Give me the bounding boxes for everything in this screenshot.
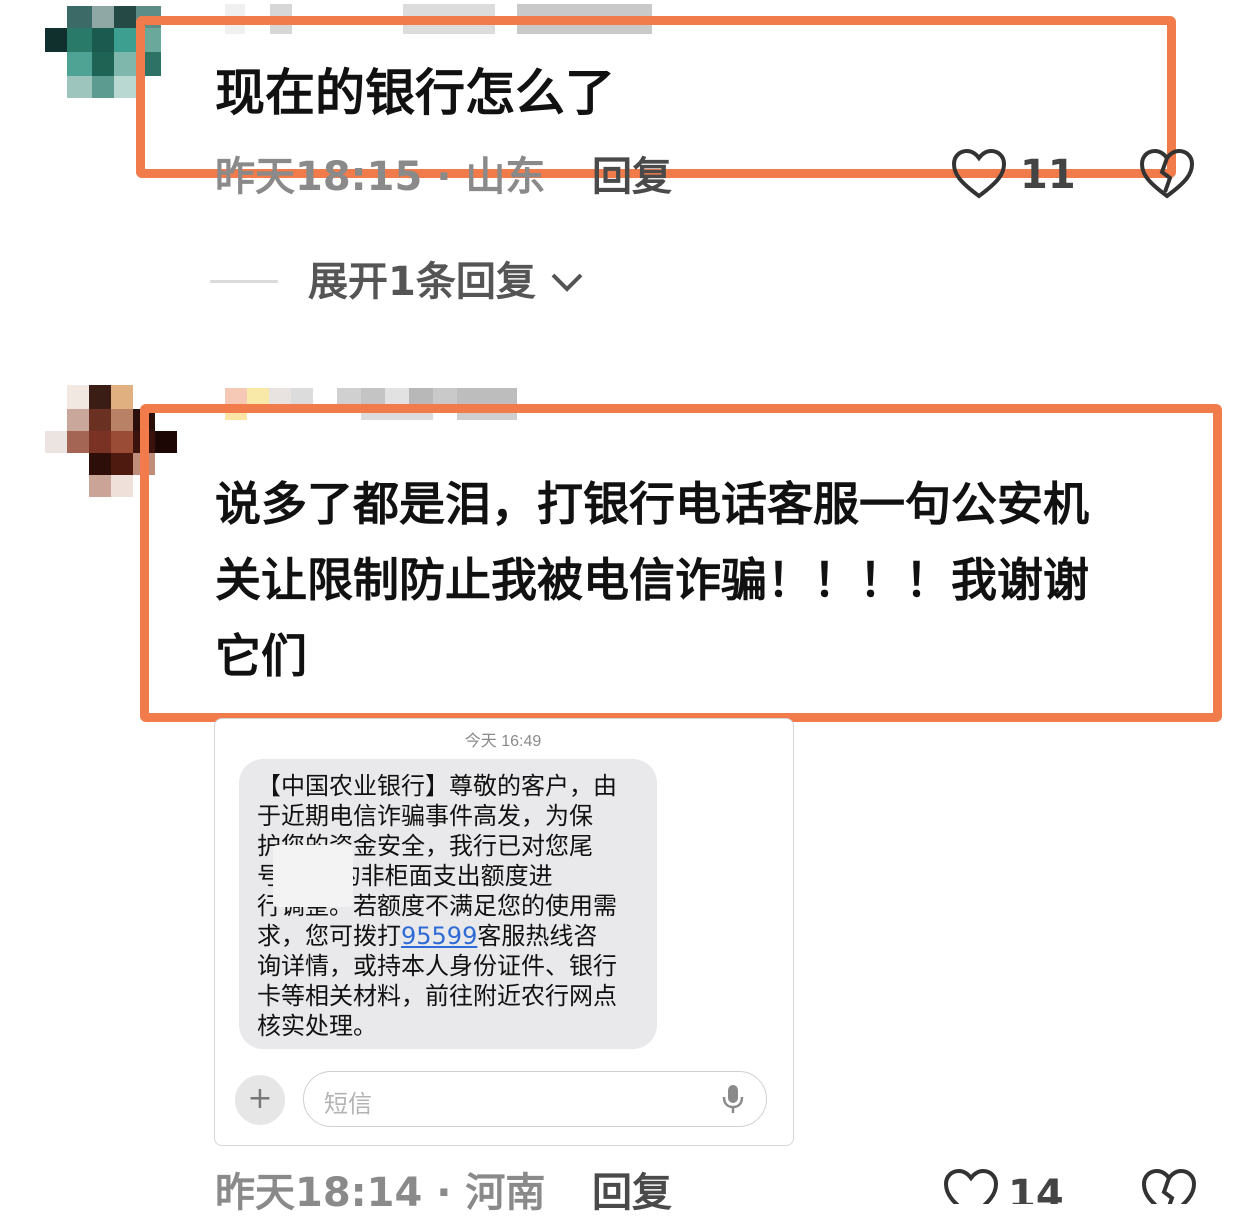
microphone-icon[interactable] (722, 1084, 744, 1114)
chevron-down-icon (551, 273, 583, 292)
like-button[interactable]: 14 (942, 1166, 1072, 1204)
dislike-button[interactable] (1140, 1166, 1200, 1204)
sms-line: 求，您可拨打95599客服热线咨 (257, 921, 657, 951)
sms-timestamp: 今天 16:49 (464, 733, 542, 750)
broken-heart-icon (1141, 1168, 1197, 1204)
heart-icon (951, 148, 1007, 199)
expand-replies-button[interactable]: 展开1条回复 (308, 254, 585, 310)
highlight-box (140, 404, 1222, 722)
like-count: 14 (1008, 1172, 1064, 1204)
sms-screenshot[interactable]: 今天 16:49 【中国农业银行】尊敬的客户，由 于近期电信诈骗事件高发，为保 … (214, 718, 794, 1146)
sms-line: 询详情，或持本人身份证件、银行 (257, 952, 617, 980)
reply-button[interactable]: 回复 (592, 1168, 672, 1218)
sms-input-placeholder: 短信 (324, 1090, 372, 1118)
comment-meta: 昨天18:14 · 河南 (215, 1170, 546, 1216)
redaction-blur (273, 845, 353, 907)
like-count: 11 (1020, 152, 1076, 198)
reply-button[interactable]: 回复 (592, 152, 672, 202)
hotline-link[interactable]: 95599 (401, 922, 477, 950)
plus-button[interactable]: + (235, 1075, 285, 1125)
sms-text: 客服热线咨 (477, 922, 598, 950)
sms-line: 卡等相关材料，前往附近农行网点 (257, 982, 617, 1010)
sms-input[interactable]: 短信 (303, 1071, 767, 1127)
sms-line: 【中国农业银行】尊敬的客户，由 (257, 772, 617, 800)
like-button[interactable]: 11 (950, 148, 1076, 204)
broken-heart-icon (1139, 148, 1195, 199)
expand-replies-label: 展开1条回复 (308, 259, 536, 305)
heart-icon (943, 1168, 999, 1204)
comment-meta: 昨天18:15 · 山东 (215, 154, 546, 200)
sms-text: 求，您可拨打 (257, 922, 401, 950)
dislike-button[interactable] (1138, 148, 1198, 204)
sms-line: 核实处理。 (257, 1012, 377, 1040)
divider-line (210, 280, 278, 283)
sms-line: 于近期电信诈骗事件高发，为保 (257, 802, 593, 830)
